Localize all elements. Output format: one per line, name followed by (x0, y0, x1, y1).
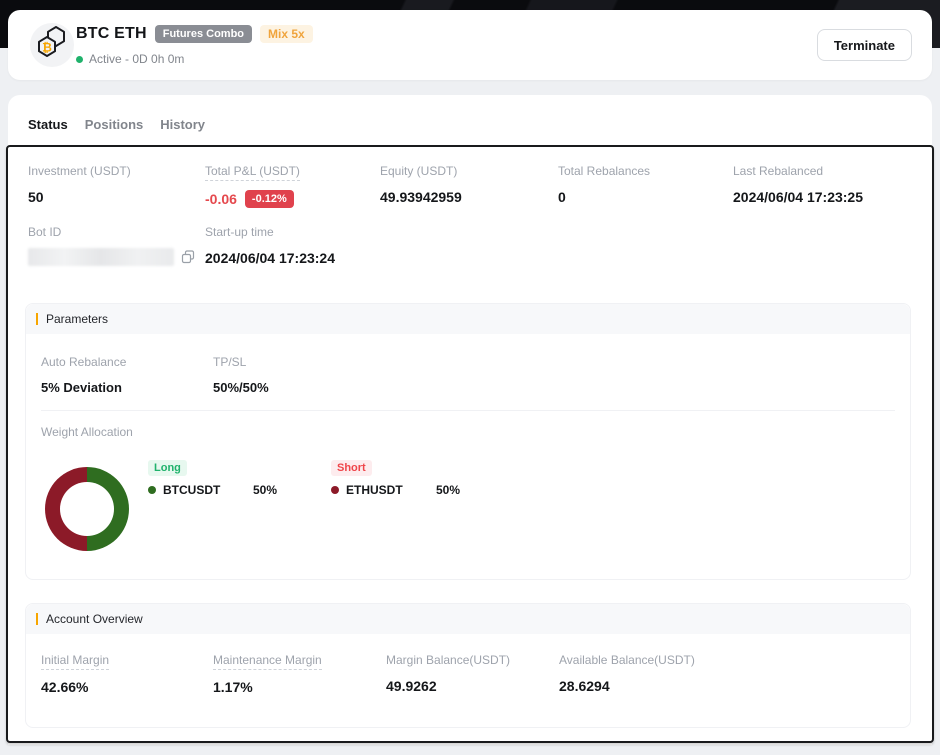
parameters-section-header: Parameters (26, 304, 910, 334)
legend-short: Short ETHUSDT 50% (331, 458, 501, 497)
startup-time-stat: Start-up time 2024/06/04 17:23:24 (205, 223, 335, 266)
tab-status[interactable]: Status (28, 117, 68, 132)
parameters-section: Parameters Auto Rebalance 5% Deviation T… (25, 303, 911, 580)
btc-hexagon-bot-icon: ₿ (35, 26, 69, 65)
total-rebalances-label: Total Rebalances (558, 164, 650, 178)
startup-time-value: 2024/06/04 17:23:24 (205, 250, 335, 266)
tab-bar: Status Positions History (28, 117, 205, 132)
btcusdt-weight: 50% (253, 483, 277, 497)
ethusdt-weight: 50% (436, 483, 460, 497)
legend-long: Long BTCUSDT 50% (148, 458, 318, 497)
total-pnl-line: -0.06 -0.12% (205, 190, 380, 208)
startup-time-label: Start-up time (205, 225, 274, 239)
bot-header-card: ₿ BTC ETH Futures Combo Mix 5x Active - … (8, 10, 932, 80)
bot-title-row: BTC ETH Futures Combo Mix 5x (76, 25, 313, 43)
weight-allocation-donut (45, 467, 129, 551)
bot-id-line (28, 248, 205, 266)
bot-detail-page: ₿ BTC ETH Futures Combo Mix 5x Active - … (0, 0, 940, 755)
bot-title: BTC ETH (76, 25, 147, 43)
available-balance-label: Available Balance(USDT) (559, 653, 695, 667)
equity-value: 49.93942959 (380, 189, 558, 205)
ethusdt-symbol: ETHUSDT (346, 483, 403, 497)
initial-margin-label[interactable]: Initial Margin (41, 653, 109, 670)
leverage-badge: Mix 5x (260, 25, 313, 43)
investment-value: 50 (28, 189, 205, 205)
last-rebalanced-stat: Last Rebalanced 2024/06/04 17:23:25 (733, 162, 863, 208)
auto-rebalance-stat: Auto Rebalance 5% Deviation (41, 353, 213, 395)
total-pnl-label[interactable]: Total P&L (USDT) (205, 164, 300, 181)
active-status-dot (76, 56, 83, 63)
stats-row-1: Investment (USDT) 50 Total P&L (USDT) -0… (28, 162, 863, 208)
tab-history[interactable]: History (160, 117, 205, 132)
initial-margin-value: 42.66% (41, 679, 213, 695)
tpsl-value: 50%/50% (213, 380, 269, 395)
section-divider (41, 410, 895, 411)
legend-row-btcusdt: BTCUSDT 50% (148, 483, 318, 497)
total-rebalances-stat: Total Rebalances 0 (558, 162, 733, 208)
ethusdt-dot (331, 486, 339, 494)
margin-balance-label: Margin Balance(USDT) (386, 653, 510, 667)
section-accent-bar (36, 613, 38, 625)
initial-margin-stat: Initial Margin 42.66% (41, 651, 213, 695)
section-accent-bar (36, 313, 38, 325)
auto-rebalance-label: Auto Rebalance (41, 355, 126, 369)
tpsl-stat: TP/SL 50%/50% (213, 353, 269, 395)
parameters-section-title: Parameters (46, 312, 108, 326)
investment-label: Investment (USDT) (28, 164, 131, 178)
equity-label: Equity (USDT) (380, 164, 457, 178)
account-overview-section: Account Overview Initial Margin 42.66% M… (25, 603, 911, 728)
bot-id-value-redacted (28, 248, 174, 266)
total-pnl-percent-badge: -0.12% (245, 190, 294, 208)
btcusdt-symbol: BTCUSDT (163, 483, 220, 497)
account-overview-grid: Initial Margin 42.66% Maintenance Margin… (41, 651, 695, 695)
copy-icon[interactable] (181, 250, 195, 264)
maintenance-margin-label[interactable]: Maintenance Margin (213, 653, 322, 670)
last-rebalanced-label: Last Rebalanced (733, 164, 823, 178)
bot-avatar: ₿ (30, 23, 74, 67)
bot-id-label: Bot ID (28, 225, 61, 239)
account-overview-header: Account Overview (26, 604, 910, 634)
total-rebalances-value: 0 (558, 189, 733, 205)
available-balance-value: 28.6294 (559, 678, 695, 694)
donut-hole (60, 482, 114, 536)
available-balance-stat: Available Balance(USDT) 28.6294 (559, 651, 695, 695)
investment-stat: Investment (USDT) 50 (28, 162, 205, 208)
bot-id-stat: Bot ID (28, 223, 205, 266)
total-pnl-stat: Total P&L (USDT) -0.06 -0.12% (205, 162, 380, 208)
auto-rebalance-value: 5% Deviation (41, 380, 213, 395)
weight-allocation-label: Weight Allocation (41, 425, 133, 439)
terminate-button[interactable]: Terminate (817, 29, 912, 61)
tpsl-label: TP/SL (213, 355, 246, 369)
bot-status-row: Active - 0D 0h 0m (76, 52, 184, 66)
margin-balance-stat: Margin Balance(USDT) 49.9262 (386, 651, 559, 695)
equity-stat: Equity (USDT) 49.93942959 (380, 162, 558, 208)
long-side-badge: Long (148, 460, 187, 476)
account-overview-title: Account Overview (46, 612, 143, 626)
futures-combo-badge: Futures Combo (155, 25, 252, 43)
svg-text:₿: ₿ (42, 40, 52, 54)
tab-positions[interactable]: Positions (85, 117, 144, 132)
short-side-badge: Short (331, 460, 372, 476)
last-rebalanced-value: 2024/06/04 17:23:25 (733, 189, 863, 205)
status-panel: Investment (USDT) 50 Total P&L (USDT) -0… (6, 145, 934, 743)
legend-row-ethusdt: ETHUSDT 50% (331, 483, 501, 497)
parameters-grid: Auto Rebalance 5% Deviation TP/SL 50%/50… (41, 353, 269, 395)
bot-status-text: Active - 0D 0h 0m (89, 52, 184, 66)
maintenance-margin-value: 1.17% (213, 679, 386, 695)
maintenance-margin-stat: Maintenance Margin 1.17% (213, 651, 386, 695)
total-pnl-value: -0.06 (205, 191, 237, 207)
margin-balance-value: 49.9262 (386, 678, 559, 694)
btcusdt-dot (148, 486, 156, 494)
stats-row-2: Bot ID Start-up time 2024/06/04 17:23:24 (28, 223, 335, 266)
